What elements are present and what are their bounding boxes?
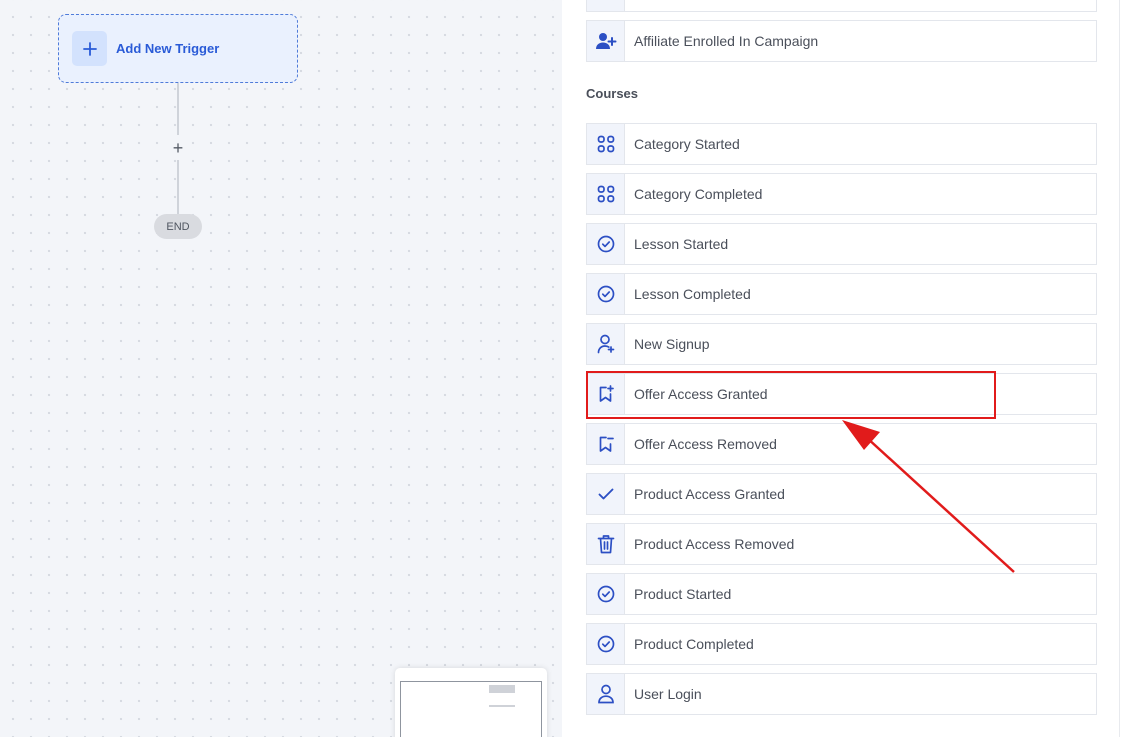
trigger-item-offer-access-removed[interactable]: Offer Access Removed	[586, 423, 1097, 465]
trigger-item-label: Category Started	[634, 136, 740, 152]
trigger-item-category-completed[interactable]: Category Completed	[586, 173, 1097, 215]
trigger-item-product-started[interactable]: Product Started	[586, 573, 1097, 615]
trigger-item-label: Product Started	[634, 586, 732, 602]
trigger-list-panel: Affiliate Enrolled In Campaign Courses C…	[562, 0, 1122, 737]
minimap[interactable]	[395, 668, 547, 737]
user-plus-icon	[587, 21, 625, 61]
add-new-trigger-button[interactable]: Add New Trigger	[58, 14, 298, 83]
minimap-node	[489, 685, 515, 693]
trigger-item-partial[interactable]	[586, 0, 1097, 12]
trigger-item-lesson-started[interactable]: Lesson Started	[586, 223, 1097, 265]
trigger-item-user-login[interactable]: User Login	[586, 673, 1097, 715]
trigger-item-label: Offer Access Granted	[634, 386, 768, 402]
workflow-canvas[interactable]: Add New Trigger + END	[0, 0, 562, 737]
plus-icon	[72, 31, 107, 66]
connector-line	[177, 160, 179, 214]
trigger-item-label: New Signup	[634, 336, 710, 352]
trigger-item-label: Offer Access Removed	[634, 436, 777, 452]
panel-border	[1119, 0, 1120, 737]
trigger-item-product-access-removed[interactable]: Product Access Removed	[586, 523, 1097, 565]
minimap-viewport[interactable]	[400, 681, 542, 737]
connector-line	[177, 83, 179, 135]
trigger-item-label: Lesson Started	[634, 236, 729, 252]
grid-icon	[587, 124, 625, 164]
end-node: END	[154, 214, 202, 239]
partial-icon	[587, 0, 625, 11]
check-circle-icon	[587, 574, 625, 614]
user-icon	[587, 674, 625, 714]
trigger-item-affiliate-enrolled[interactable]: Affiliate Enrolled In Campaign	[586, 20, 1097, 62]
trigger-item-product-access-granted[interactable]: Product Access Granted	[586, 473, 1097, 515]
bookmark-minus-icon	[587, 424, 625, 464]
trigger-item-category-started[interactable]: Category Started	[586, 123, 1097, 165]
add-trigger-label: Add New Trigger	[116, 41, 220, 56]
trash-icon	[587, 524, 625, 564]
user-add-icon	[587, 324, 625, 364]
trigger-item-label: User Login	[634, 686, 702, 702]
trigger-item-label: Product Access Removed	[634, 536, 795, 552]
trigger-item-label: Product Access Granted	[634, 486, 785, 502]
bookmark-plus-icon	[587, 374, 625, 414]
trigger-item-label: Lesson Completed	[634, 286, 751, 302]
check-circle-icon	[587, 624, 625, 664]
trigger-item-label	[625, 0, 634, 11]
check-circle-icon	[587, 274, 625, 314]
section-title-courses: Courses	[586, 86, 639, 101]
trigger-item-label: Affiliate Enrolled In Campaign	[634, 33, 819, 49]
grid-icon	[587, 174, 625, 214]
trigger-item-label: Category Completed	[634, 186, 763, 202]
add-step-button[interactable]: +	[169, 138, 187, 158]
trigger-item-product-completed[interactable]: Product Completed	[586, 623, 1097, 665]
trigger-item-new-signup[interactable]: New Signup	[586, 323, 1097, 365]
trigger-item-offer-access-granted[interactable]: Offer Access Granted	[586, 373, 1097, 415]
check-icon	[587, 474, 625, 514]
minimap-node	[489, 705, 515, 707]
check-circle-icon	[587, 224, 625, 264]
trigger-item-label: Product Completed	[634, 636, 754, 652]
trigger-item-lesson-completed[interactable]: Lesson Completed	[586, 273, 1097, 315]
